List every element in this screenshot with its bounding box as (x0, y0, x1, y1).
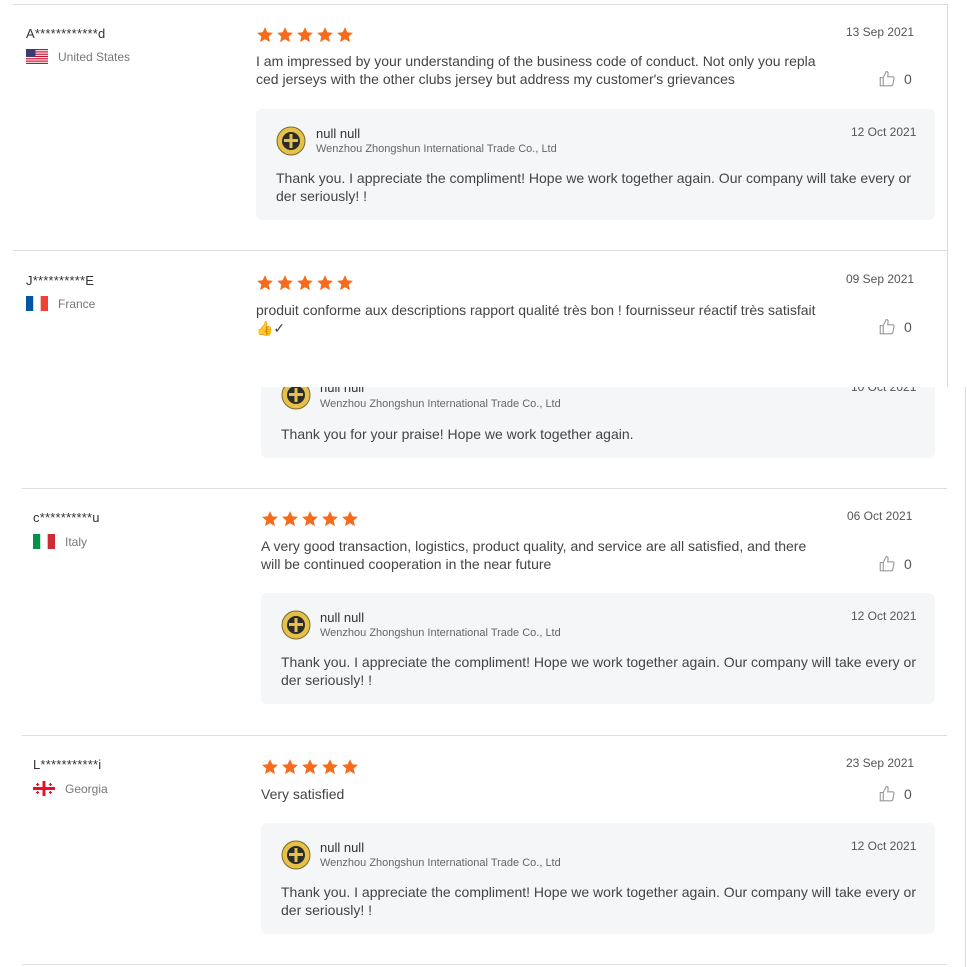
flag-fr-icon (26, 296, 48, 311)
country-label: Georgia (65, 781, 108, 796)
reply-company: Wenzhou Zhongshun International Trade Co… (320, 627, 561, 639)
like-count: 0 (904, 556, 912, 572)
reply-box: null null Wenzhou Zhongshun Internationa… (256, 109, 935, 220)
review-text: A very good transaction, logistics, prod… (261, 538, 807, 572)
star-rating (256, 274, 354, 292)
company-seal-logo (281, 610, 311, 640)
star-rating (261, 758, 359, 776)
review-date: 23 Sep 2021 (846, 756, 915, 770)
star-icon (282, 759, 298, 775)
reply-company: Wenzhou Zhongshun International Trade Co… (316, 143, 557, 155)
like-count: 0 (904, 319, 912, 335)
like-button[interactable]: 0 (878, 555, 912, 573)
star-rating (256, 26, 354, 44)
reply-author: null null (316, 126, 361, 141)
reviewer-name: J**********E (26, 273, 95, 288)
flag-us-icon (26, 49, 48, 64)
company-seal-logo (281, 840, 311, 870)
star-icon (317, 27, 333, 43)
like-count: 0 (904, 786, 912, 802)
reply-box: null null Wenzhou Zhongshun Internationa… (261, 823, 935, 934)
company-seal-logo (276, 126, 306, 156)
thumbs-up-icon (879, 785, 895, 802)
flag-ge-icon (33, 781, 55, 796)
thumbs-up-icon (879, 70, 895, 87)
review-text: produit conforme aux descriptions rappor… (256, 302, 816, 336)
star-icon (322, 511, 338, 527)
reply-author: null null (320, 610, 365, 625)
reply-company: Wenzhou Zhongshun International Trade Co… (320, 398, 561, 410)
reply-date: 12 Oct 2021 (851, 839, 917, 853)
star-rating (261, 510, 359, 528)
star-icon (317, 275, 333, 291)
like-button[interactable]: 0 (878, 785, 912, 803)
flag-it-icon (33, 534, 55, 549)
star-icon (277, 27, 293, 43)
thumbs-up-icon (879, 318, 895, 335)
star-icon (257, 27, 273, 43)
country-label: United States (58, 49, 131, 64)
reviews-page: null null Wenzhou Zhongshun Internationa… (0, 0, 967, 967)
reply-date: 12 Oct 2021 (851, 609, 917, 623)
star-icon (297, 27, 313, 43)
review-text: I am impressed by your understanding of … (256, 53, 816, 87)
country-label: France (58, 296, 96, 311)
star-icon (262, 511, 278, 527)
reply-text: Thank you for your praise! Hope we work … (281, 426, 634, 442)
reviewer-name: A************d (26, 26, 106, 41)
review-date: 13 Sep 2021 (846, 25, 915, 39)
reviewer-country: Italy (33, 534, 87, 549)
reply-text: Thank you. I appreciate the compliment! … (281, 884, 916, 918)
review-text: Very satisfied (261, 786, 345, 802)
star-icon (262, 759, 278, 775)
like-button[interactable]: 0 (878, 318, 912, 336)
star-icon (302, 759, 318, 775)
star-icon (257, 275, 273, 291)
review-date: 09 Sep 2021 (846, 272, 915, 286)
star-icon (337, 27, 353, 43)
star-icon (342, 759, 358, 775)
country-label: Italy (65, 534, 88, 549)
reply-text: Thank you. I appreciate the compliment! … (276, 170, 911, 204)
reviewer-country: United States (26, 49, 130, 64)
reply-author: null null (320, 840, 365, 855)
reviewer-name: c**********u (33, 510, 100, 525)
like-button[interactable]: 0 (878, 70, 912, 88)
reply-date: 12 Oct 2021 (851, 125, 917, 139)
review-date: 06 Oct 2021 (847, 509, 913, 523)
star-icon (322, 759, 338, 775)
star-icon (302, 511, 318, 527)
thumbs-up-icon (879, 555, 895, 572)
reply-text: Thank you. I appreciate the compliment! … (281, 654, 916, 688)
reply-company: Wenzhou Zhongshun International Trade Co… (320, 857, 561, 869)
reviewer-country: France (26, 296, 95, 311)
star-icon (282, 511, 298, 527)
star-icon (342, 511, 358, 527)
reviewer-country: Georgia (33, 781, 108, 796)
star-icon (337, 275, 353, 291)
like-count: 0 (904, 71, 912, 87)
star-icon (277, 275, 293, 291)
reviewer-name: L***********i (33, 757, 102, 772)
overlay-section: A************d United States 13 Sep 2021… (0, 0, 967, 387)
reply-box: null null Wenzhou Zhongshun Internationa… (261, 593, 935, 704)
star-icon (297, 275, 313, 291)
